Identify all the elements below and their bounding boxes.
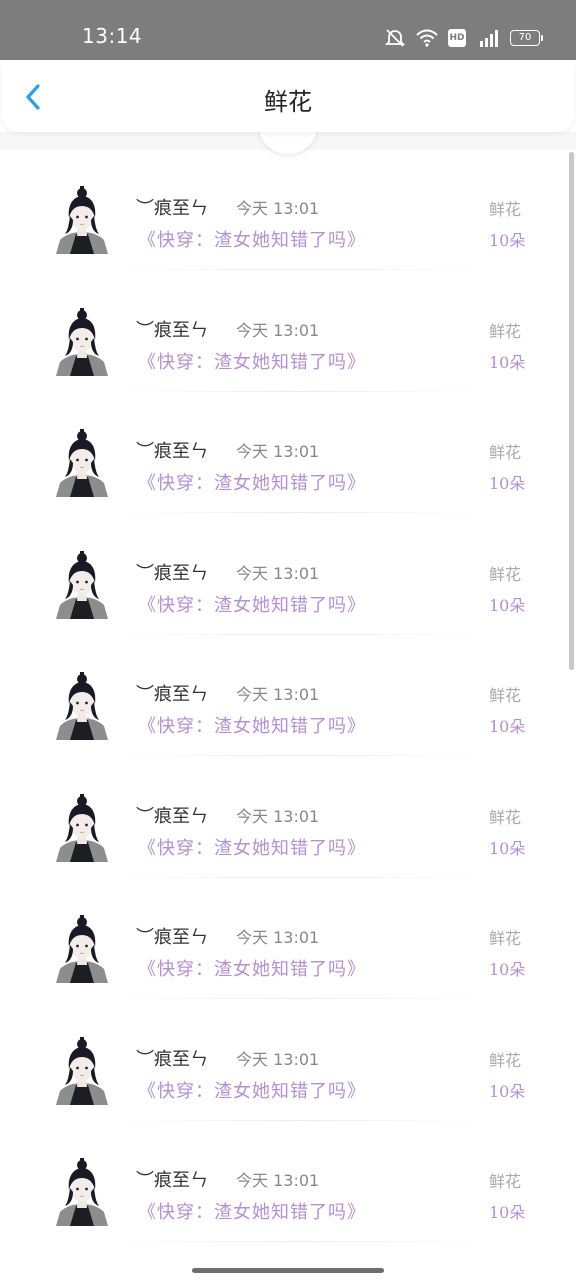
- wifi-icon: [416, 29, 438, 47]
- gift-name: 鲜花: [489, 200, 522, 219]
- status-icons: HD 70: [384, 26, 543, 50]
- gift-time: 今天 13:01: [236, 442, 320, 461]
- avatar[interactable]: [54, 1035, 110, 1105]
- divider: [110, 755, 490, 756]
- gift-name: 鲜花: [489, 686, 522, 705]
- status-time: 13:14: [82, 24, 143, 48]
- list-item[interactable]: ︶痕至ㄣ 今天 13:01 《快穿：渣女她知错了吗》 鲜花 10朵: [0, 150, 576, 271]
- book-title[interactable]: 《快穿：渣女她知错了吗》: [138, 1077, 366, 1103]
- gift-name: 鲜花: [489, 1172, 522, 1191]
- gift-count: 10朵: [489, 1203, 526, 1222]
- divider: [110, 390, 490, 392]
- book-title[interactable]: 《快穿：渣女她知错了吗》: [138, 348, 366, 374]
- book-title[interactable]: 《快穿：渣女她知错了吗》: [138, 469, 366, 495]
- book-title[interactable]: 《快穿：渣女她知错了吗》: [138, 955, 366, 981]
- list-item[interactable]: ︶痕至ㄣ 今天 13:01 《快穿：渣女她知错了吗》 鲜花 10朵: [0, 758, 576, 879]
- avatar[interactable]: [54, 306, 110, 376]
- username[interactable]: ︶痕至ㄣ: [136, 680, 208, 706]
- gift-record-list[interactable]: ︶痕至ㄣ 今天 13:01 《快穿：渣女她知错了吗》 鲜花 10朵 ︶痕至ㄣ 今…: [0, 150, 576, 1260]
- avatar[interactable]: [54, 427, 110, 497]
- list-item[interactable]: ︶痕至ㄣ 今天 13:01 《快穿：渣女她知错了吗》 鲜花 10朵: [0, 879, 576, 1000]
- gift-time: 今天 13:01: [236, 685, 320, 704]
- gift-count: 10朵: [489, 474, 526, 493]
- avatar[interactable]: [54, 549, 110, 619]
- hd-icon: HD: [448, 29, 466, 47]
- divider: [110, 998, 490, 999]
- gift-time: 今天 13:01: [236, 928, 320, 947]
- gift-time: 今天 13:01: [236, 199, 320, 218]
- gift-count: 10朵: [489, 717, 526, 736]
- gift-name: 鲜花: [489, 929, 522, 948]
- gift-time: 今天 13:01: [236, 563, 320, 583]
- list-item[interactable]: ︶痕至ㄣ 今天 13:01 《快穿：渣女她知错了吗》 鲜花 10朵: [0, 272, 576, 393]
- gift-time: 今天 13:01: [236, 1049, 320, 1069]
- avatar[interactable]: [54, 670, 110, 740]
- gift-count: 10朵: [489, 838, 526, 858]
- book-title[interactable]: 《快穿：渣女她知错了吗》: [138, 1198, 366, 1224]
- home-indicator[interactable]: [192, 1268, 384, 1273]
- gift-name: 鲜花: [489, 564, 522, 584]
- username[interactable]: ︶痕至ㄣ: [136, 1045, 208, 1071]
- username[interactable]: ︶痕至ㄣ: [136, 194, 208, 220]
- divider: [110, 876, 490, 878]
- book-title[interactable]: 《快穿：渣女她知错了吗》: [138, 834, 366, 860]
- list-item[interactable]: ︶痕至ㄣ 今天 13:01 《快穿：渣女她知错了吗》 鲜花 10朵: [0, 515, 576, 636]
- username[interactable]: ︶痕至ㄣ: [136, 316, 208, 342]
- avatar[interactable]: [54, 913, 110, 983]
- battery-icon: 70: [510, 30, 543, 46]
- username[interactable]: ︶痕至ㄣ: [136, 1166, 208, 1192]
- gift-name: 鲜花: [489, 443, 522, 462]
- book-title[interactable]: 《快穿：渣女她知错了吗》: [138, 226, 366, 252]
- book-title[interactable]: 《快穿：渣女她知错了吗》: [138, 712, 366, 738]
- divider: [110, 512, 490, 513]
- gift-time: 今天 13:01: [236, 1171, 320, 1190]
- divider: [110, 1119, 490, 1121]
- username[interactable]: ︶痕至ㄣ: [136, 559, 208, 585]
- username[interactable]: ︶痕至ㄣ: [136, 802, 208, 828]
- gift-name: 鲜花: [489, 807, 522, 827]
- scrollbar[interactable]: [569, 152, 574, 670]
- list-item[interactable]: ︶痕至ㄣ 今天 13:01 《快穿：渣女她知错了吗》 鲜花 10朵: [0, 1001, 576, 1122]
- gift-time: 今天 13:01: [236, 806, 320, 826]
- divider: [110, 269, 490, 270]
- list-item[interactable]: ︶痕至ㄣ 今天 13:01 《快穿：渣女她知错了吗》 鲜花 10朵: [0, 636, 576, 757]
- list-item[interactable]: ︶痕至ㄣ 今天 13:01 《快穿：渣女她知错了吗》 鲜花 10朵: [0, 1122, 576, 1243]
- gift-count: 10朵: [489, 352, 526, 372]
- username[interactable]: ︶痕至ㄣ: [136, 437, 208, 463]
- divider: [110, 1241, 490, 1242]
- gift-count: 10朵: [489, 1081, 526, 1101]
- avatar[interactable]: [54, 184, 110, 254]
- divider: [110, 633, 490, 635]
- gift-name: 鲜花: [489, 321, 522, 341]
- nav-bar: 鲜花: [2, 60, 574, 132]
- gift-name: 鲜花: [489, 1050, 522, 1070]
- page-title: 鲜花: [264, 88, 312, 116]
- avatar[interactable]: [54, 792, 110, 862]
- avatar[interactable]: [54, 1156, 110, 1226]
- mute-icon: [384, 28, 406, 48]
- gift-time: 今天 13:01: [236, 320, 320, 340]
- status-bar: 13:14 HD 70: [0, 0, 576, 60]
- username[interactable]: ︶痕至ㄣ: [136, 923, 208, 949]
- gift-count: 10朵: [489, 960, 526, 979]
- book-title[interactable]: 《快穿：渣女她知错了吗》: [138, 591, 366, 617]
- gift-count: 10朵: [489, 595, 526, 615]
- signal-icon: [476, 28, 500, 48]
- gift-count: 10朵: [489, 231, 526, 250]
- list-item[interactable]: ︶痕至ㄣ 今天 13:01 《快穿：渣女她知错了吗》 鲜花 10朵: [0, 393, 576, 514]
